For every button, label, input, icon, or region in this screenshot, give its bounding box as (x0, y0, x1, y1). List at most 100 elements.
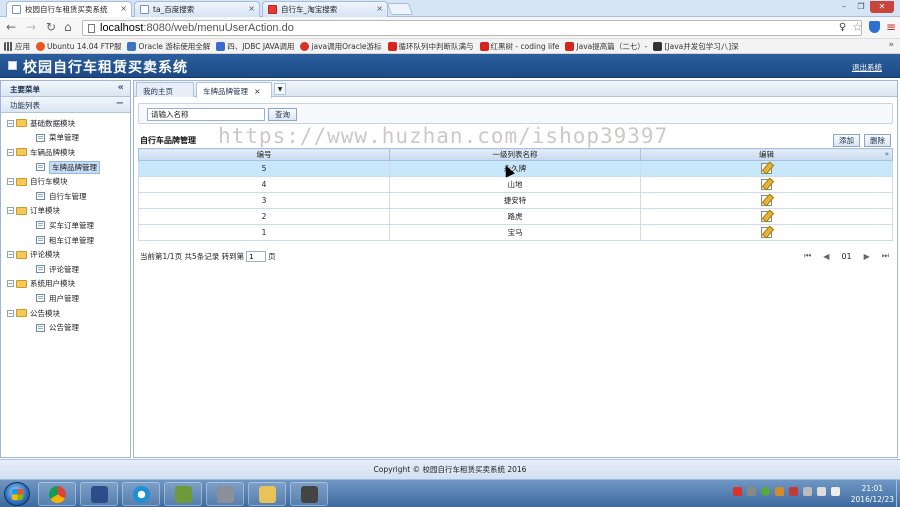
tab-home[interactable]: 我的主页 (136, 82, 194, 97)
edit-icon[interactable] (761, 211, 772, 222)
tab-close-icon[interactable]: × (254, 87, 261, 96)
taskbar-app-blue[interactable] (122, 482, 160, 506)
edit-icon[interactable] (761, 163, 772, 174)
bookmark-item[interactable]: [Java并发包学习八]深 (653, 41, 739, 52)
tray-icon[interactable] (803, 487, 812, 496)
expand-icon[interactable]: − (7, 119, 14, 127)
tree-item-bicycle-manage[interactable]: 自行车管理 (7, 189, 130, 204)
tray-icon[interactable] (775, 487, 784, 496)
first-page-icon[interactable]: ⏮ (804, 251, 811, 261)
taskbar-app-chart[interactable] (164, 482, 202, 506)
collapse-grid-icon[interactable]: » (885, 150, 889, 158)
taskbar-ide[interactable] (80, 482, 118, 506)
taskbar-clock[interactable]: 21:01 2016/12/23 (851, 483, 894, 505)
document-icon (36, 265, 45, 274)
reload-icon[interactable]: ↻ (46, 21, 56, 33)
back-icon[interactable]: ← (6, 21, 16, 33)
taskbar-app-tools[interactable] (206, 482, 244, 506)
key-icon[interactable]: ♀ (839, 22, 846, 33)
close-window-button[interactable]: ✕ (870, 1, 894, 13)
start-button[interactable] (4, 482, 30, 506)
tree-folder-order[interactable]: − 订单模块 (7, 204, 130, 219)
edit-icon[interactable] (761, 179, 772, 190)
show-desktop-button[interactable] (896, 480, 900, 507)
bookmark-star-icon[interactable]: ☆ (852, 20, 863, 34)
tree-folder-bicycle[interactable]: − 自行车模块 (7, 174, 130, 189)
expand-icon[interactable]: − (7, 251, 14, 259)
edit-icon[interactable] (761, 195, 772, 206)
last-page-icon[interactable]: ⏭ (882, 251, 889, 261)
taskbar-chrome[interactable] (38, 482, 76, 506)
tree-folder-basic-data[interactable]: − 基础数据模块 (7, 116, 130, 131)
column-header-edit[interactable]: 编辑» (640, 148, 893, 161)
volume-icon[interactable] (831, 487, 840, 496)
logout-link[interactable]: 退出系统 (852, 62, 882, 73)
tray-icon[interactable] (747, 487, 756, 496)
collapse-sidebar-icon[interactable]: « (118, 82, 124, 93)
table-row[interactable]: 2 路虎 (138, 208, 893, 225)
minimize-button[interactable]: – (836, 1, 852, 13)
taskbar-explorer[interactable] (248, 482, 286, 506)
expand-icon[interactable]: − (7, 178, 14, 186)
bookmark-item[interactable]: Ubuntu 14.04 FTP服 (36, 41, 121, 52)
tree-item-buy-order[interactable]: 买车订单管理 (7, 218, 130, 233)
tree-folder-brand[interactable]: − 车辆品牌模块 (7, 145, 130, 160)
browser-tab-active[interactable]: 校园自行车租赁买卖系统 × (6, 1, 132, 17)
expand-icon[interactable]: − (7, 207, 14, 215)
tab-close-icon[interactable]: × (248, 4, 255, 13)
table-row[interactable]: 1 宝马 (138, 224, 893, 241)
tree-folder-comment[interactable]: − 评论模块 (7, 247, 130, 262)
table-row[interactable]: 3 捷安特 (138, 192, 893, 209)
goto-page-input[interactable] (246, 251, 267, 262)
bookmark-item[interactable]: java调用Oracle游标 (300, 41, 382, 52)
tree-item-menu-manage[interactable]: 菜单管理 (7, 131, 130, 146)
extension-shield-icon[interactable] (868, 21, 880, 33)
tree-item-user-manage[interactable]: 用户管理 (7, 291, 130, 306)
table-row[interactable]: 4 山地 (138, 176, 893, 193)
tree-item-comment-manage[interactable]: 评论管理 (7, 262, 130, 277)
home-icon[interactable]: ⌂ (64, 21, 72, 33)
tab-close-icon[interactable]: × (376, 4, 383, 13)
bookmark-item[interactable]: 红黑树 - coding life (479, 41, 559, 52)
url-input[interactable]: localhost:8080/web/menuUserAction.do (82, 20, 862, 36)
search-button[interactable]: 查询 (268, 108, 297, 121)
browser-tab-baidu[interactable]: ta_百度搜索 × (134, 1, 260, 17)
tab-brand-manage[interactable]: 车牌品牌管理 × (196, 82, 272, 98)
taskbar-app-film[interactable] (290, 482, 328, 506)
prev-page-icon[interactable]: ◀ (823, 252, 829, 261)
bookmark-item[interactable]: 四、JDBC JAVA调用 (216, 41, 294, 52)
bookmark-apps[interactable]: 应用 (4, 41, 30, 52)
bookmarks-more-icon[interactable]: » (888, 40, 894, 50)
new-tab-button[interactable] (386, 3, 414, 15)
restore-button[interactable]: ❐ (853, 1, 869, 13)
input-method-icon[interactable] (733, 487, 742, 496)
tree-folder-user[interactable]: − 系统用户模块 (7, 277, 130, 292)
tree-folder-notice[interactable]: − 公告模块 (7, 306, 130, 321)
bookmark-item[interactable]: Oracle 游标使用全解 (127, 41, 210, 52)
tab-close-icon[interactable]: × (120, 4, 127, 13)
tree-item-brand-manage[interactable]: 车牌品牌管理 (7, 160, 130, 175)
network-icon[interactable] (817, 487, 826, 496)
column-header-name[interactable]: 一级列表名称 (389, 148, 641, 161)
browser-tab-taobao[interactable]: 自行车_淘宝搜索 × (262, 1, 388, 17)
expand-icon[interactable]: − (7, 148, 14, 156)
delete-button[interactable]: 删除 (864, 134, 891, 147)
edit-icon[interactable] (761, 227, 772, 238)
tree-item-notice-manage[interactable]: 公告管理 (7, 320, 130, 335)
tree-item-rent-order[interactable]: 租车订单管理 (7, 233, 130, 248)
tray-icon[interactable] (761, 487, 770, 496)
search-input[interactable] (147, 108, 265, 121)
expand-icon[interactable]: − (7, 309, 14, 317)
forward-icon[interactable]: → (26, 21, 36, 33)
collapse-list-icon[interactable]: − (116, 98, 124, 109)
bookmark-item[interactable]: 循环队列中判断队满与 (387, 41, 474, 52)
table-row[interactable]: 5 永久牌 (138, 160, 893, 177)
tray-icon[interactable] (789, 487, 798, 496)
bookmark-item[interactable]: Java提高篇（二七）- (565, 41, 647, 52)
next-page-icon[interactable]: ▶ (864, 252, 870, 261)
column-header-id[interactable]: 编号 (138, 148, 390, 161)
menu-icon[interactable]: ≡ (886, 20, 896, 34)
tab-dropdown-icon[interactable]: ▼ (274, 83, 286, 95)
expand-icon[interactable]: − (7, 280, 14, 288)
add-button[interactable]: 添加 (833, 134, 860, 147)
